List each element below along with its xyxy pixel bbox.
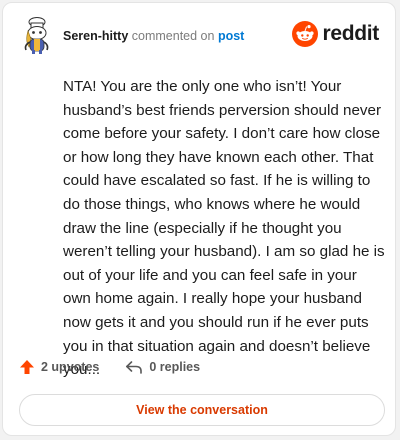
brand-wordmark: reddit: [322, 22, 379, 45]
reply-arrow-icon: [126, 361, 143, 374]
comment-body: NTA! You are the only one who isn’t! You…: [63, 78, 385, 379]
upvotes-stat[interactable]: 2 upvotes: [19, 359, 99, 375]
action-text: commented on: [131, 29, 215, 43]
reddit-alien-icon: [292, 21, 319, 47]
comment-card: Seren-hitty commented on post reddit NTA…: [2, 2, 396, 436]
comment-stats: 2 upvotes 0 replies: [19, 359, 200, 375]
replies-count: 0 replies: [149, 360, 201, 374]
user-avatar[interactable]: [19, 17, 53, 55]
view-conversation-button[interactable]: View the conversation: [19, 394, 385, 426]
comment-header: Seren-hitty commented on post: [63, 29, 244, 43]
post-link[interactable]: post: [218, 29, 244, 43]
replies-stat[interactable]: 0 replies: [125, 359, 200, 375]
reddit-logo[interactable]: reddit: [292, 21, 379, 47]
username-link[interactable]: Seren-hitty: [63, 29, 128, 43]
snoo-avatar-icon: [24, 17, 49, 54]
upvote-arrow-icon: [20, 360, 34, 374]
upvotes-count: 2 upvotes: [41, 360, 100, 374]
